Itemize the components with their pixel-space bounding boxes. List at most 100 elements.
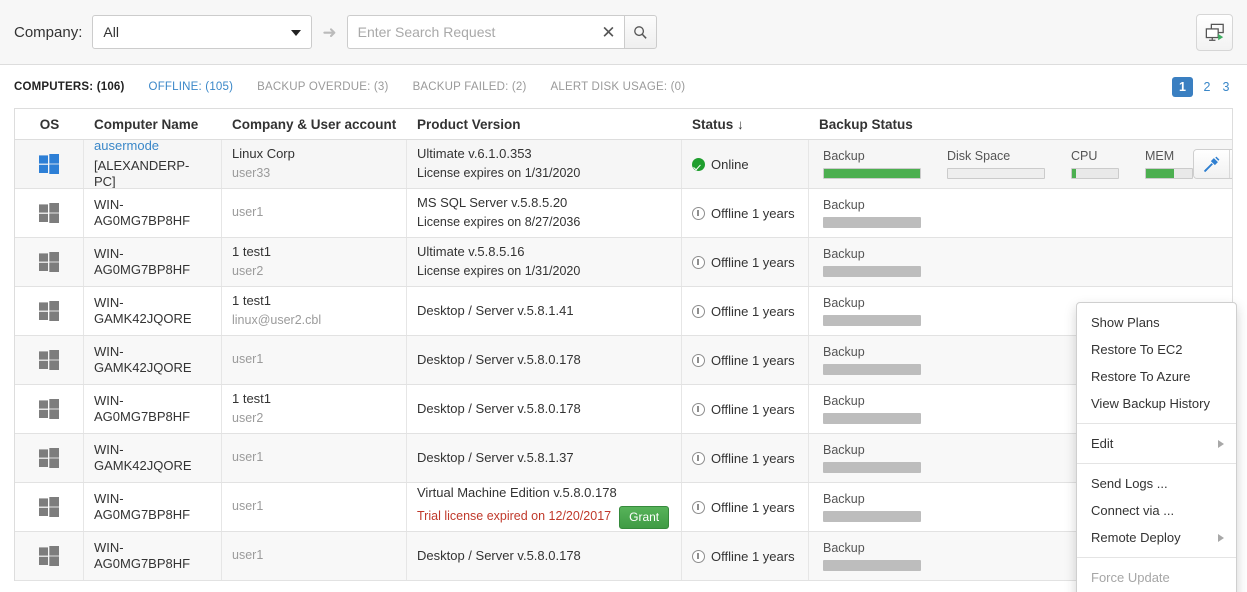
page-button-1[interactable]: 1 — [1172, 76, 1193, 97]
computer-name-label: WIN-AG0MG7BP8HF — [94, 539, 191, 571]
table-row[interactable]: WIN-GAMK42JQORE user1 Desktop / Server v.5… — [15, 336, 1232, 385]
menu-item-connect-via[interactable]: Connect via ... — [1077, 497, 1236, 524]
metrics-group: Backup — [819, 189, 921, 237]
progress-bar — [823, 364, 921, 375]
company-label: 1 test1 — [232, 244, 272, 260]
column-header-product[interactable]: Product Version — [407, 109, 682, 139]
menu-item-send-logs[interactable]: Send Logs ... — [1077, 470, 1236, 497]
menu-item-restore-to-azure[interactable]: Restore To Azure — [1077, 363, 1236, 390]
metrics-group: Backup — [819, 336, 921, 384]
remote-desktop-button[interactable] — [1196, 14, 1233, 51]
menu-separator — [1077, 423, 1236, 424]
windows-logo-icon — [39, 546, 59, 566]
metric-backup: Backup — [823, 198, 921, 228]
metric-backup: Backup — [823, 443, 921, 473]
row-actions: ✕ — [1193, 149, 1232, 179]
table-row[interactable]: WIN-AG0MG7BP8HF user1 Virtual Machine Edit… — [15, 483, 1232, 532]
product-label: MS SQL Server v.5.8.5.20 — [417, 195, 568, 211]
cell-computer-name: WIN-AG0MG7BP8HF — [84, 385, 222, 433]
cell-computer-name: ausermode [ALEXANDERP-PC] — [84, 140, 222, 188]
table-row[interactable]: WIN-AG0MG7BP8HF user1 Desktop / Server v.5… — [15, 532, 1232, 581]
status-offline-icon — [692, 402, 705, 416]
table-header-row: OS Computer Name Company & User account … — [15, 109, 1232, 140]
filter-backup-overdue[interactable]: BACKUP OVERDUE: (3) — [257, 81, 388, 93]
status-offline-icon — [692, 500, 705, 514]
cell-product-version: Desktop / Server v.5.8.0.178 — [407, 385, 682, 433]
computer-name-label: WIN-AG0MG7BP8HF — [94, 490, 191, 522]
column-header-os[interactable]: OS — [15, 109, 84, 139]
computer-name-label: WIN-GAMK42JQORE — [94, 343, 192, 375]
cell-company-user: user1 — [222, 434, 407, 482]
menu-item-force-update: Force Update — [1091, 570, 1170, 585]
cell-os — [15, 189, 84, 237]
page-button-2[interactable]: 2 — [1202, 80, 1212, 94]
connect-button[interactable] — [1194, 150, 1230, 178]
table-row[interactable]: WIN-AG0MG7BP8HF user1 MS SQL Server v.5.8.… — [15, 189, 1232, 238]
filter-offline[interactable]: OFFLINE: (105) — [149, 81, 234, 93]
filter-computers[interactable]: COMPUTERS: (106) — [14, 81, 125, 93]
row-context-menu: Show Plans Restore To EC2 Restore To Azure… — [1076, 302, 1237, 592]
column-header-backup[interactable]: Backup Status — [809, 109, 1232, 139]
windows-logo-icon — [39, 497, 59, 517]
filter-alert-disk-usage[interactable]: ALERT DISK USAGE: (0) — [551, 81, 686, 93]
status-label: Offline 1 years — [711, 450, 795, 466]
cell-product-version: Desktop / Server v.5.8.1.37 — [407, 434, 682, 482]
column-header-status[interactable]: Status ↓ — [682, 109, 809, 139]
table-row[interactable]: WIN-GAMK42JQORE 1 test1 linux@user2.cbl Des… — [15, 287, 1232, 336]
company-select-value: All — [103, 24, 119, 40]
user-account-label: linux@user2.cbl — [232, 313, 322, 328]
metric-label: Backup — [823, 149, 865, 163]
metric-disk-space: Disk Space — [947, 149, 1045, 179]
cell-computer-name: WIN-AG0MG7BP8HF — [84, 483, 222, 531]
page-button-3[interactable]: 3 — [1221, 80, 1231, 94]
table-row[interactable]: WIN-AG0MG7BP8HF 1 test1 user2 Ultimate v.5.… — [15, 238, 1232, 287]
close-x-icon[interactable]: ✕ — [601, 15, 615, 49]
cell-company-user: user1 — [222, 189, 407, 237]
status-label: Online — [711, 156, 749, 172]
cell-company-user: Linux Corp user33 — [222, 140, 407, 188]
table-row[interactable]: WIN-AG0MG7BP8HF 1 test1 user2 Desktop / Ser… — [15, 385, 1232, 434]
company-select[interactable]: All — [92, 15, 313, 49]
search-button[interactable] — [623, 15, 657, 49]
cell-status: Offline 1 years — [682, 532, 809, 580]
metric-label: Backup — [823, 394, 865, 408]
table-row[interactable]: WIN-GAMK42JQORE user1 Desktop / Server v.5… — [15, 434, 1232, 483]
cell-company-user: 1 test1 linux@user2.cbl — [222, 287, 407, 335]
metric-label: Backup — [823, 247, 865, 261]
company-label: 1 test1 — [232, 293, 272, 309]
settings-menu-button[interactable] — [1230, 150, 1232, 178]
menu-item-show-plans[interactable]: Show Plans — [1077, 309, 1236, 336]
cell-computer-name: WIN-GAMK42JQORE — [84, 336, 222, 384]
menu-item-remote-deploy[interactable]: Remote Deploy — [1077, 524, 1236, 551]
search-box: ✕ — [346, 15, 657, 49]
computer-name-label: WIN-GAMK42JQORE — [94, 294, 192, 326]
pagination: 123 — [1172, 76, 1231, 97]
user-account-label: user2 — [232, 411, 264, 426]
metric-backup: Backup — [823, 541, 921, 571]
grant-button[interactable]: Grant — [619, 505, 670, 529]
cell-computer-name: WIN-AG0MG7BP8HF — [84, 532, 222, 580]
menu-item-view-backup-history[interactable]: View Backup History — [1077, 390, 1236, 417]
status-offline-icon — [692, 549, 705, 563]
cell-computer-name: WIN-AG0MG7BP8HF — [84, 238, 222, 286]
top-toolbar: Company: All ➜ ✕ — [0, 0, 1247, 65]
windows-logo-icon — [39, 350, 59, 370]
computer-name-label[interactable]: ausermode — [94, 140, 211, 154]
filter-strip: COMPUTERS: (106) OFFLINE: (105) BACKUP OVE… — [0, 65, 1247, 108]
cell-os — [15, 434, 84, 482]
column-header-name[interactable]: Computer Name — [84, 109, 222, 139]
search-field-holder: ✕ — [346, 15, 624, 49]
menu-item-restore-to-ec2[interactable]: Restore To EC2 — [1077, 336, 1236, 363]
metric-cpu: CPU — [1071, 149, 1119, 179]
filter-backup-failed[interactable]: BACKUP FAILED: (2) — [413, 81, 527, 93]
menu-item-edit[interactable]: Edit — [1077, 430, 1236, 457]
table-row[interactable]: ausermode [ALEXANDERP-PC] Linux Corp user33… — [15, 140, 1232, 189]
table-body: ausermode [ALEXANDERP-PC] Linux Corp user33… — [15, 140, 1232, 581]
cell-product-version: Desktop / Server v.5.8.0.178 — [407, 336, 682, 384]
column-header-company[interactable]: Company & User account — [222, 109, 407, 139]
metric-mem: MEM — [1145, 149, 1193, 179]
search-input[interactable] — [346, 15, 624, 49]
cell-os — [15, 140, 84, 188]
metric-backup: Backup — [823, 149, 921, 179]
metrics-group: Backup — [819, 238, 921, 286]
